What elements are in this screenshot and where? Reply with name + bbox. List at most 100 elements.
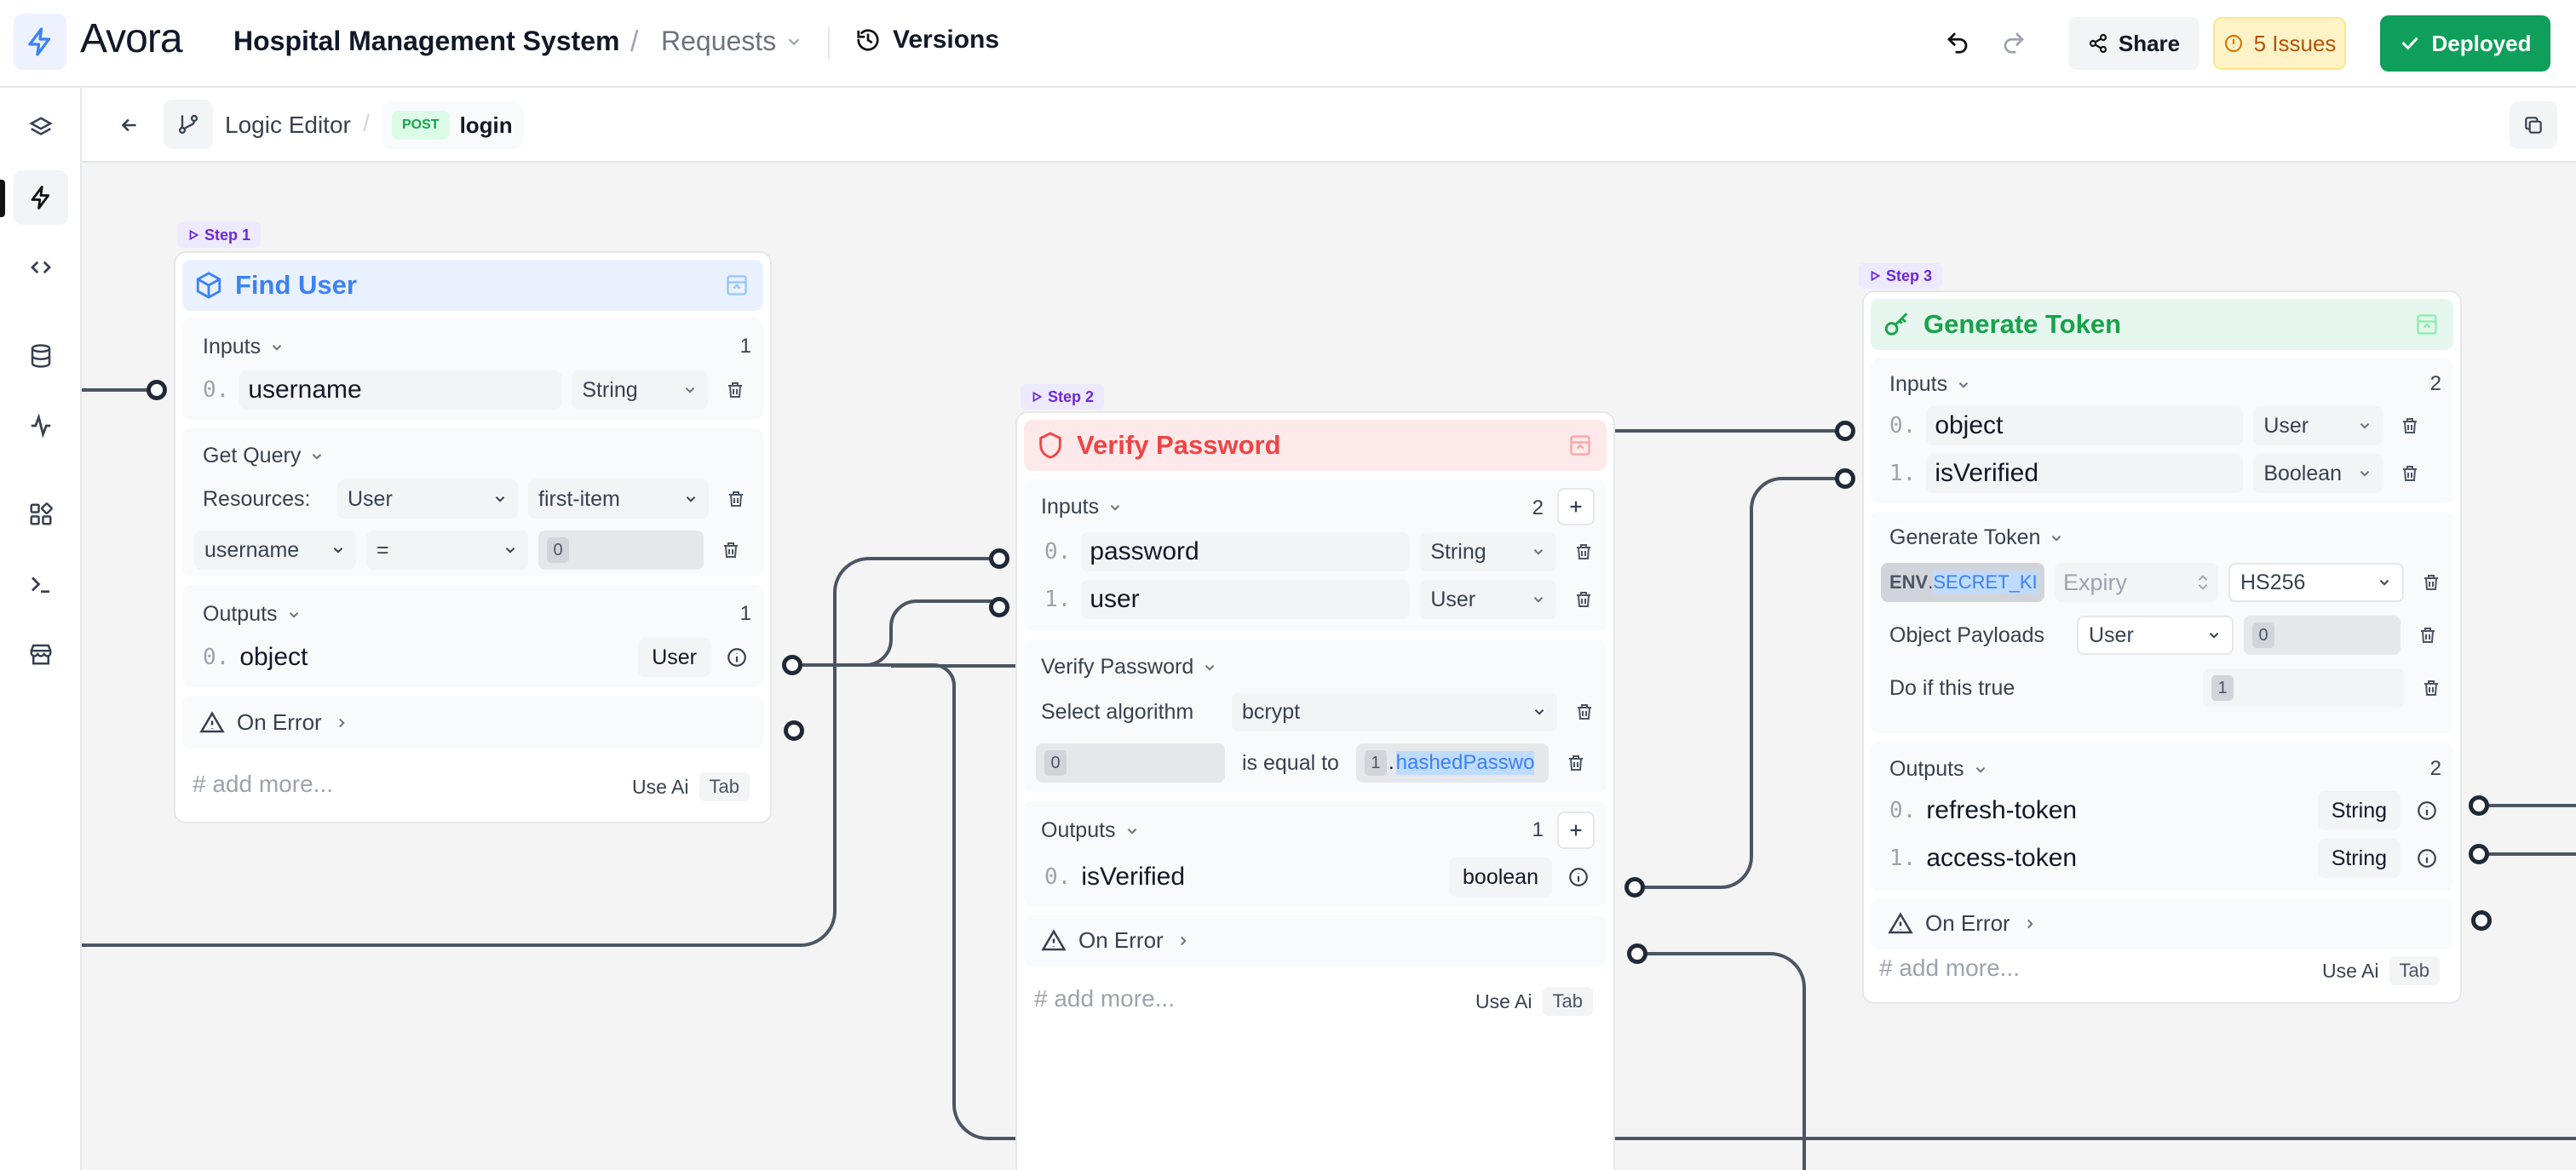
step2-password-port[interactable]: [989, 548, 1009, 569]
undo-button[interactable]: [1941, 26, 1975, 60]
mode-select[interactable]: first-item: [528, 479, 709, 519]
node-header[interactable]: Verify Password: [1024, 420, 1607, 471]
add-input-button[interactable]: [1557, 488, 1595, 525]
delete-button[interactable]: [1567, 532, 1601, 571]
info-button[interactable]: [2411, 794, 2443, 827]
condition-operator-select[interactable]: =: [366, 531, 528, 570]
delete-button[interactable]: [2414, 668, 2448, 708]
redo-button[interactable]: [1997, 26, 2031, 60]
delete-button[interactable]: [1559, 743, 1593, 783]
step1-input-port[interactable]: [147, 380, 167, 400]
components-nav-button[interactable]: [14, 487, 68, 542]
left-operand-field[interactable]: 0: [1036, 743, 1225, 783]
step3-refresh-port[interactable]: [2469, 795, 2489, 816]
on-error[interactable]: On Error: [1888, 910, 2038, 937]
step3-error-port[interactable]: [2471, 910, 2492, 931]
use-ai-hint[interactable]: Use Ai Tab: [1475, 987, 1593, 1016]
node-header[interactable]: Find User: [182, 260, 763, 311]
node-header[interactable]: Generate Token: [1871, 299, 2453, 350]
activity-nav-button[interactable]: [14, 399, 68, 453]
info-button[interactable]: [2411, 842, 2443, 875]
page-selector[interactable]: Requests: [661, 26, 803, 57]
step1-node[interactable]: Find User Inputs 1 0. username String Ge…: [174, 251, 772, 823]
collapse-button[interactable]: [1566, 431, 1595, 460]
delete-button[interactable]: [719, 479, 753, 519]
collapse-button[interactable]: [722, 271, 751, 300]
step3-node[interactable]: Generate Token Inputs 2 0. object User 1…: [1862, 290, 2462, 1004]
use-ai-hint[interactable]: Use Ai Tab: [2322, 956, 2440, 985]
step2-node[interactable]: Verify Password Inputs 2 0. password Str…: [1015, 411, 1615, 1170]
step3-access-port[interactable]: [2469, 844, 2489, 864]
project-title[interactable]: Hospital Management System: [233, 26, 619, 57]
secret-field[interactable]: ENV . SECRET_KI: [1881, 563, 2044, 602]
delete-button[interactable]: [2393, 454, 2427, 493]
share-button[interactable]: Share: [2068, 17, 2199, 70]
condition-field-select[interactable]: username: [194, 531, 356, 570]
database-nav-button[interactable]: [14, 329, 68, 383]
collapse-button[interactable]: [2412, 310, 2441, 339]
avora-logo-icon[interactable]: [14, 14, 66, 70]
delete-button[interactable]: [714, 531, 748, 570]
input-type-select[interactable]: Boolean: [2253, 454, 2383, 493]
editor-icon-button[interactable]: [164, 100, 213, 149]
expiry-input[interactable]: Expiry: [2055, 563, 2218, 602]
logic-nav-button[interactable]: [14, 170, 68, 225]
input-name-field[interactable]: password: [1081, 532, 1411, 571]
delete-button[interactable]: [2414, 563, 2448, 602]
query-label[interactable]: Get Query: [203, 444, 325, 468]
condition-value-field[interactable]: 1: [2203, 668, 2404, 708]
add-more-input[interactable]: # add more...: [193, 771, 333, 798]
input-name-field[interactable]: username: [239, 370, 562, 410]
use-ai-hint[interactable]: Use Ai Tab: [632, 772, 750, 801]
inputs-label[interactable]: Inputs: [203, 335, 285, 359]
payload-value-field[interactable]: 0: [2244, 616, 2401, 655]
step2-user-port[interactable]: [989, 597, 1009, 617]
editor-title[interactable]: Logic Editor: [225, 112, 351, 139]
add-more-input[interactable]: # add more...: [1034, 985, 1175, 1012]
step3-object-port[interactable]: [1835, 421, 1855, 441]
on-error[interactable]: On Error: [1041, 927, 1191, 954]
resource-select[interactable]: User: [337, 479, 518, 519]
outputs-label[interactable]: Outputs: [203, 602, 302, 627]
input-name-field[interactable]: user: [1081, 580, 1411, 619]
on-error[interactable]: On Error: [199, 709, 349, 736]
on-error-section[interactable]: On Error: [182, 696, 763, 748]
right-operand-field[interactable]: 1 . hashedPasswo: [1355, 743, 1549, 783]
inputs-label[interactable]: Inputs: [1889, 372, 1971, 397]
step1-error-port[interactable]: [784, 720, 804, 741]
on-error-section[interactable]: On Error: [1024, 915, 1607, 966]
versions-button[interactable]: Versions: [855, 26, 999, 54]
algorithm-select[interactable]: HS256: [2228, 563, 2404, 602]
store-nav-button[interactable]: [14, 627, 68, 681]
inputs-label[interactable]: Inputs: [1041, 495, 1123, 519]
step1-output-port[interactable]: [782, 655, 802, 675]
step3-isverified-port[interactable]: [1835, 468, 1855, 489]
copy-button[interactable]: [2510, 101, 2557, 149]
add-more-input[interactable]: # add more...: [1879, 955, 2020, 982]
layers-nav-button[interactable]: [14, 100, 68, 155]
add-output-button[interactable]: [1557, 812, 1595, 849]
payload-type-select[interactable]: User: [2077, 616, 2234, 655]
step2-output-port[interactable]: [1624, 877, 1645, 898]
delete-button[interactable]: [718, 370, 752, 410]
on-error-section[interactable]: On Error: [1871, 898, 2453, 949]
verify-label[interactable]: Verify Password: [1041, 655, 1217, 680]
delete-button[interactable]: [2393, 406, 2427, 445]
input-type-select[interactable]: String: [572, 370, 709, 410]
input-type-select[interactable]: User: [2253, 406, 2383, 445]
outputs-label[interactable]: Outputs: [1889, 757, 1988, 782]
route-chip[interactable]: POST login: [382, 101, 523, 149]
info-button[interactable]: [1562, 861, 1595, 893]
step2-error-port[interactable]: [1627, 943, 1647, 964]
info-button[interactable]: [721, 641, 753, 674]
input-name-field[interactable]: object: [1926, 406, 2244, 445]
back-button[interactable]: [112, 108, 147, 142]
terminal-nav-button[interactable]: [14, 557, 68, 611]
algorithm-select[interactable]: bcrypt: [1232, 692, 1557, 731]
logic-canvas[interactable]: Step 1 Find User Inputs 1 0. username St…: [82, 163, 2576, 1170]
outputs-label[interactable]: Outputs: [1041, 818, 1140, 843]
condition-value-field[interactable]: 0: [538, 531, 704, 570]
deployed-button[interactable]: Deployed: [2380, 15, 2550, 72]
delete-button[interactable]: [1567, 692, 1601, 731]
input-type-select[interactable]: User: [1420, 580, 1557, 619]
